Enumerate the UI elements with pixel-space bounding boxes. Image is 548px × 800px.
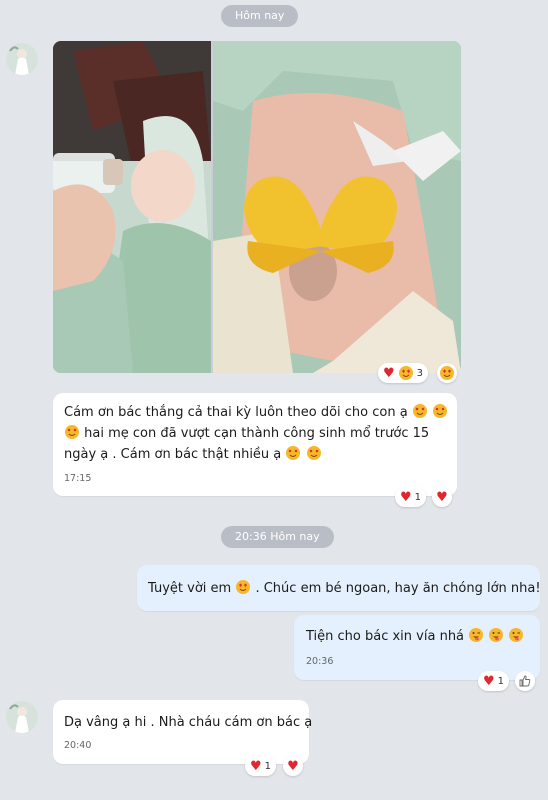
heart-icon: ♥ bbox=[250, 758, 262, 774]
heart-icon: ♥ bbox=[383, 365, 395, 381]
star-struck-face-icon bbox=[432, 403, 448, 419]
message-reactions[interactable]: ♥ 1 bbox=[245, 756, 277, 776]
message-bubble-incoming[interactable]: Cám ơn bác thắng cả thai kỳ luôn theo dõ… bbox=[53, 393, 457, 496]
heart-icon: ♥ bbox=[400, 489, 412, 505]
star-struck-face-icon bbox=[64, 424, 80, 440]
winking-tongue-face-icon bbox=[488, 627, 504, 643]
avatar-image bbox=[6, 701, 38, 733]
message-text: Tuyệt vời em bbox=[148, 581, 232, 596]
thumbs-up-icon bbox=[519, 675, 531, 687]
photo-reactions[interactable]: ♥ 3 bbox=[378, 363, 429, 383]
sender-avatar[interactable] bbox=[6, 43, 38, 75]
photo-album[interactable] bbox=[53, 41, 461, 373]
heart-reaction-button[interactable]: ♥ bbox=[432, 487, 452, 507]
heart-eyes-face-icon bbox=[398, 365, 414, 381]
star-struck-face-icon bbox=[412, 403, 428, 419]
message-time: 20:40 bbox=[64, 740, 92, 751]
message-text-line: hai mẹ con đã vượt cạn thành công sinh m… bbox=[84, 426, 430, 441]
reaction-count: 1 bbox=[497, 675, 505, 687]
date-separator: Hôm nay bbox=[221, 5, 299, 27]
photo-baby-feeding[interactable] bbox=[53, 41, 211, 373]
add-reaction-button[interactable] bbox=[437, 363, 457, 383]
reaction-count: 1 bbox=[414, 491, 422, 503]
winking-tongue-face-icon bbox=[508, 627, 524, 643]
heart-icon: ♥ bbox=[287, 758, 299, 774]
heart-icon: ♥ bbox=[483, 673, 495, 689]
photo-reaction-count: 3 bbox=[416, 367, 424, 379]
message-time: 20:36 bbox=[306, 656, 334, 667]
photo-baby-clinic[interactable] bbox=[213, 41, 461, 373]
message-bubble-incoming[interactable]: Dạ vâng ạ hi . Nhà cháu cám ơn bác ạ 20:… bbox=[53, 700, 313, 764]
message-bubble-outgoing[interactable]: Tiện cho bác xin vía nhá 20:36 bbox=[294, 615, 540, 680]
message-text: . Chúc em bé ngoan, hay ăn chóng lớn nha… bbox=[255, 581, 541, 596]
message-reactions[interactable]: ♥ 1 bbox=[478, 671, 510, 691]
star-struck-face-icon bbox=[285, 445, 301, 461]
message-time: 17:15 bbox=[64, 473, 92, 484]
message-text: Dạ vâng ạ hi . Nhà cháu cám ơn bác ạ bbox=[64, 715, 313, 730]
heart-icon: ♥ bbox=[436, 489, 448, 505]
message-text-line: Cám ơn bác thắng cả thai kỳ luôn theo dõ… bbox=[64, 405, 408, 420]
star-struck-face-icon bbox=[306, 445, 322, 461]
message-reactions[interactable]: ♥ 1 bbox=[395, 487, 427, 507]
heart-eyes-face-icon bbox=[439, 365, 455, 381]
message-text: Tiện cho bác xin vía nhá bbox=[306, 629, 465, 644]
message-bubble-outgoing[interactable]: Tuyệt vời em . Chúc em bé ngoan, hay ăn … bbox=[137, 565, 541, 611]
avatar-image bbox=[6, 43, 38, 75]
message-text-line: ngày ạ . Cám ơn bác thật nhiều ạ bbox=[64, 447, 282, 462]
like-reaction-button[interactable] bbox=[515, 671, 535, 691]
heart-reaction-button[interactable]: ♥ bbox=[283, 756, 303, 776]
time-separator: 20:36 Hôm nay bbox=[221, 526, 334, 548]
heart-eyes-face-icon bbox=[235, 579, 251, 595]
reaction-count: 1 bbox=[264, 760, 272, 772]
sender-avatar[interactable] bbox=[6, 701, 38, 733]
winking-tongue-face-icon bbox=[468, 627, 484, 643]
